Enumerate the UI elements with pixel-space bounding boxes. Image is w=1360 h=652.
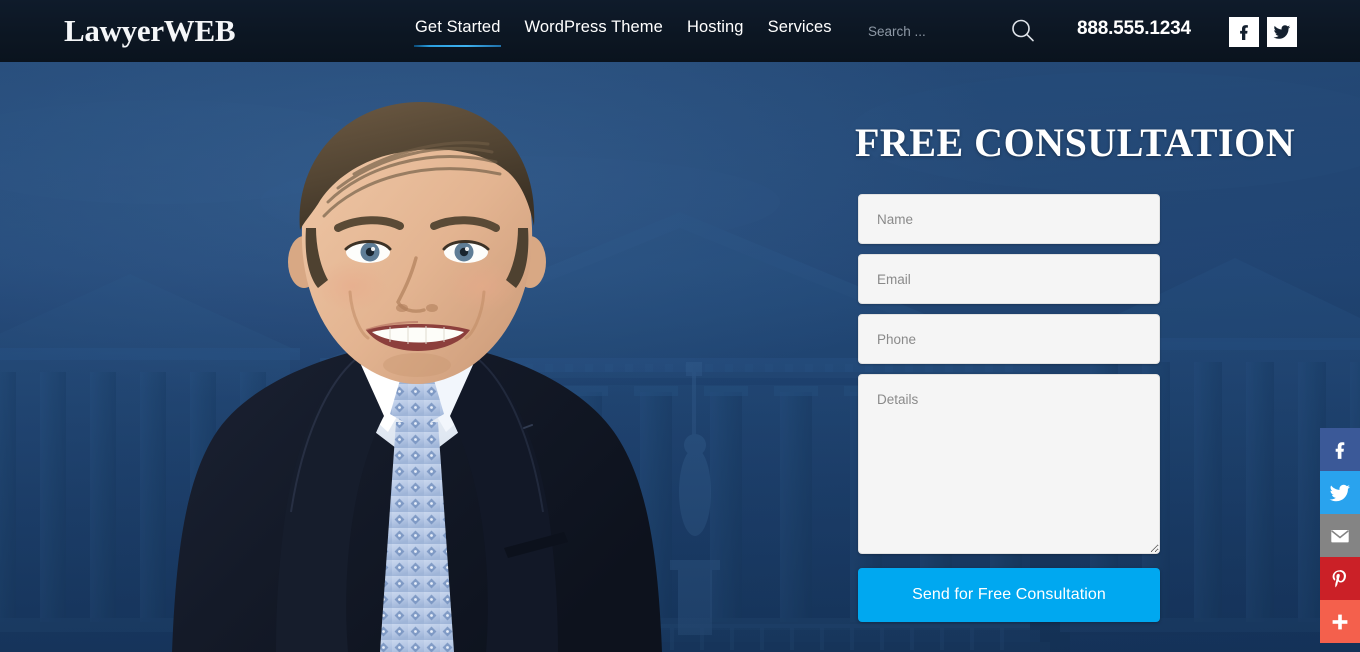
twitter-icon (1329, 484, 1351, 501)
twitter-icon (1273, 25, 1291, 39)
nav-label: Services (767, 18, 832, 36)
share-pinterest-button[interactable] (1320, 557, 1360, 600)
email-input[interactable] (858, 254, 1160, 304)
header-social-links (1229, 17, 1297, 47)
site-header: LawyerWEB Get Started WordPress Theme Ho… (0, 0, 1360, 62)
main-nav: Get Started WordPress Theme Hosting Serv… (414, 18, 833, 47)
nav-label: Get Started (415, 18, 501, 36)
phone-input[interactable] (858, 314, 1160, 364)
search-input[interactable] (868, 20, 1018, 42)
envelope-icon (1331, 529, 1349, 542)
share-email-button[interactable] (1320, 514, 1360, 557)
facebook-link[interactable] (1229, 17, 1259, 47)
nav-item-get-started[interactable]: Get Started (414, 18, 502, 47)
share-facebook-button[interactable] (1320, 428, 1360, 471)
facebook-icon (1335, 441, 1345, 459)
nav-label: Hosting (686, 18, 744, 36)
details-textarea[interactable] (858, 374, 1160, 554)
consultation-form: Send for Free Consultation (858, 194, 1160, 622)
page-title: FREE CONSULTATION (855, 120, 1296, 165)
share-more-button[interactable] (1320, 600, 1360, 643)
nav-item-services[interactable]: Services (767, 18, 833, 47)
share-twitter-button[interactable] (1320, 471, 1360, 514)
nav-item-wordpress-theme[interactable]: WordPress Theme (523, 18, 663, 47)
lawyer-portrait-image (172, 102, 662, 652)
search-icon[interactable] (1008, 16, 1038, 46)
pinterest-icon (1332, 569, 1346, 587)
social-share-bar (1320, 428, 1360, 643)
nav-item-hosting[interactable]: Hosting (686, 18, 745, 47)
twitter-link[interactable] (1267, 17, 1297, 47)
nav-label: WordPress Theme (524, 18, 663, 36)
name-input[interactable] (858, 194, 1160, 244)
search-field-wrapper (868, 20, 1018, 42)
send-consultation-button[interactable]: Send for Free Consultation (858, 568, 1160, 622)
plus-icon (1332, 614, 1348, 629)
page-root: LawyerWEB Get Started WordPress Theme Ho… (0, 0, 1360, 652)
facebook-icon (1240, 25, 1248, 40)
hero-section: FREE CONSULTATION Send for Free Consulta… (0, 62, 1360, 652)
phone-number[interactable]: 888.555.1234 (1077, 18, 1191, 40)
site-logo[interactable]: LawyerWEB (64, 13, 236, 49)
